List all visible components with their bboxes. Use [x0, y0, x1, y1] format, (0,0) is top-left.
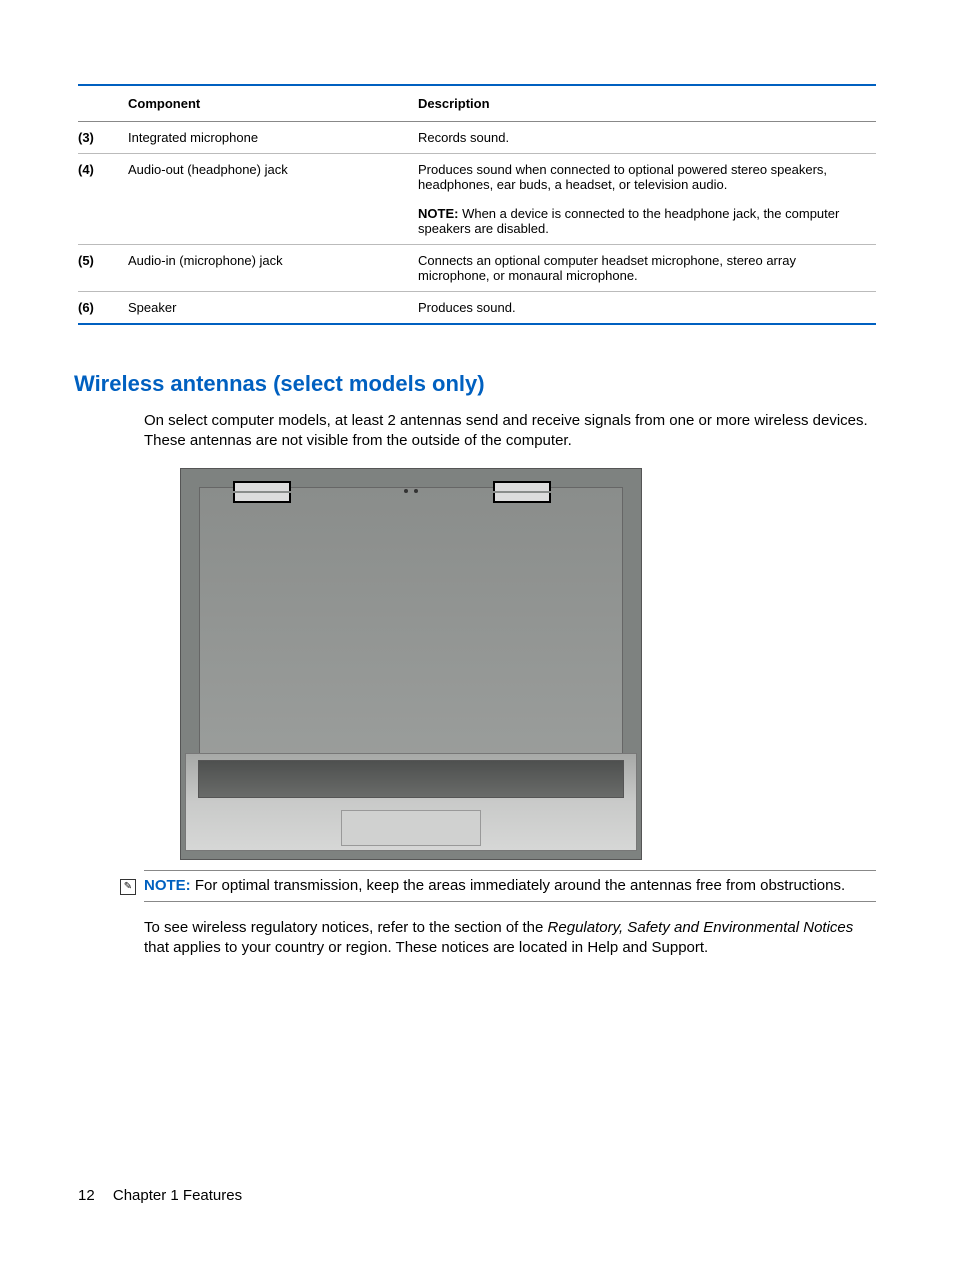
component-table: Component Description (3) Integrated mic… [78, 84, 876, 325]
keyboard-icon [198, 760, 624, 798]
reg-suffix: that applies to your country or region. … [144, 939, 708, 956]
section-heading: Wireless antennas (select models only) [74, 371, 876, 397]
row-name: Speaker [128, 292, 418, 325]
reg-italic: Regulatory, Safety and Environmental Not… [548, 919, 854, 936]
row-desc: Connects an optional computer headset mi… [418, 245, 876, 292]
laptop-illustration [180, 468, 642, 860]
th-description: Description [418, 85, 876, 122]
intro-paragraph: On select computer models, at least 2 an… [144, 411, 876, 452]
row-desc-text: Produces sound when connected to optiona… [418, 162, 827, 192]
laptop-base [185, 753, 637, 851]
note-label: NOTE: [144, 877, 191, 894]
table-row: (4) Audio-out (headphone) jack Produces … [78, 154, 876, 245]
page-footer: 12 Chapter 1 Features [78, 1187, 242, 1204]
antenna-marker-right-icon [493, 481, 553, 503]
row-num: (3) [78, 122, 128, 154]
row-desc: Produces sound. [418, 292, 876, 325]
chapter-label: Chapter 1 Features [113, 1187, 242, 1204]
note-block: ✎ NOTE: For optimal transmission, keep t… [144, 870, 876, 902]
table-row: (6) Speaker Produces sound. [78, 292, 876, 325]
reg-prefix: To see wireless regulatory notices, refe… [144, 919, 548, 936]
note-label: NOTE: [418, 206, 458, 221]
touchpad-icon [341, 810, 481, 846]
page-number: 12 [78, 1187, 95, 1204]
th-blank [78, 85, 128, 122]
antenna-marker-left-icon [233, 481, 293, 503]
note-text: When a device is connected to the headph… [418, 206, 839, 236]
table-row: (5) Audio-in (microphone) jack Connects … [78, 245, 876, 292]
row-name: Audio-in (microphone) jack [128, 245, 418, 292]
th-component: Component [128, 85, 418, 122]
row-name: Integrated microphone [128, 122, 418, 154]
row-num: (6) [78, 292, 128, 325]
row-num: (5) [78, 245, 128, 292]
webcam-icon [404, 489, 418, 493]
row-name: Audio-out (headphone) jack [128, 154, 418, 245]
row-desc: Produces sound when connected to optiona… [418, 154, 876, 245]
row-num: (4) [78, 154, 128, 245]
note-body: For optimal transmission, keep the areas… [195, 877, 845, 894]
laptop-screen [199, 487, 623, 759]
regulatory-paragraph: To see wireless regulatory notices, refe… [144, 918, 876, 959]
note-icon: ✎ [120, 879, 136, 895]
row-desc: Records sound. [418, 122, 876, 154]
table-row: (3) Integrated microphone Records sound. [78, 122, 876, 154]
